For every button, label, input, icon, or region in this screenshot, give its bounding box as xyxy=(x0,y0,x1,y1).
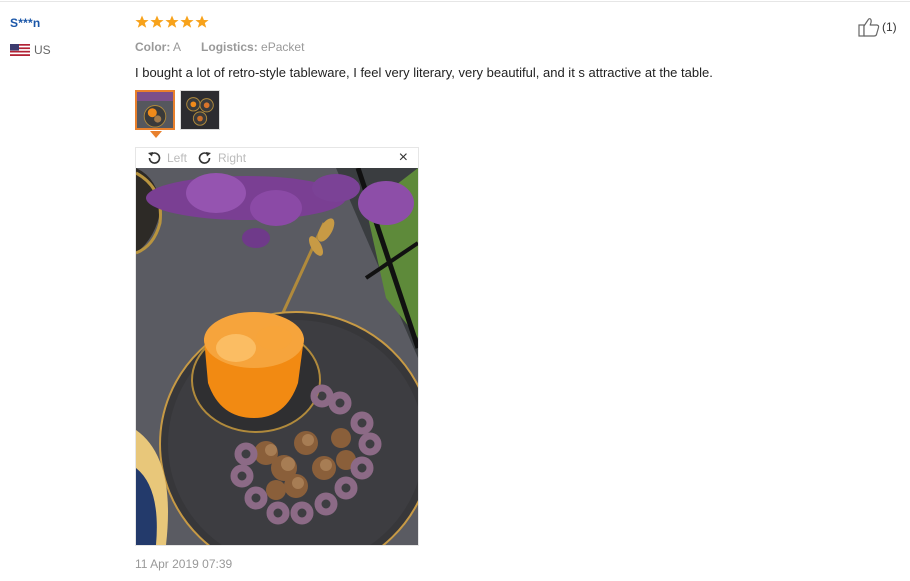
rotate-right-label: Right xyxy=(218,151,247,165)
star-rating xyxy=(135,15,209,29)
review-thumbnail-1[interactable] xyxy=(135,90,175,130)
top-divider xyxy=(0,1,910,2)
rotate-right-icon xyxy=(198,152,212,164)
image-viewer-toolbar: Left Right × xyxy=(136,148,418,168)
country-code: US xyxy=(34,43,51,57)
star-icon xyxy=(150,15,164,28)
logistics-value: ePacket xyxy=(261,40,305,54)
review-image-thumbnails xyxy=(135,90,220,130)
review-thumbnail-2[interactable] xyxy=(180,90,220,130)
close-viewer-button[interactable]: × xyxy=(399,149,408,167)
helpful-count: (1) xyxy=(882,20,897,34)
reviewer-country: US xyxy=(10,43,51,57)
rotate-left-button[interactable]: Left xyxy=(146,150,187,166)
star-icon xyxy=(135,15,149,28)
rotate-left-label: Left xyxy=(167,151,188,165)
thumbnail-image xyxy=(137,92,173,128)
thumbnail-image xyxy=(181,91,219,129)
thumbs-up-icon xyxy=(858,18,880,37)
rotate-left-icon xyxy=(148,152,161,164)
helpful-button[interactable]: (1) xyxy=(858,17,897,37)
logistics-label: Logistics: xyxy=(201,40,258,54)
review-photo-image xyxy=(136,168,418,545)
star-icon xyxy=(165,15,179,28)
review-text: I bought a lot of retro-style tableware,… xyxy=(135,65,713,80)
review-photo xyxy=(136,168,418,545)
star-icon xyxy=(195,15,209,28)
color-value: A xyxy=(173,40,181,54)
image-viewer: Left Right × xyxy=(135,147,419,546)
selected-thumbnail-pointer xyxy=(150,131,162,138)
rotate-right-button[interactable]: Right xyxy=(197,150,246,166)
reviewer-name[interactable]: S***n xyxy=(10,16,40,30)
us-flag-icon xyxy=(10,44,30,56)
color-label: Color: xyxy=(135,40,171,54)
order-attributes: Color: A Logistics: ePacket xyxy=(135,40,304,54)
star-icon xyxy=(180,15,194,28)
review-date: 11 Apr 2019 07:39 xyxy=(135,557,233,571)
